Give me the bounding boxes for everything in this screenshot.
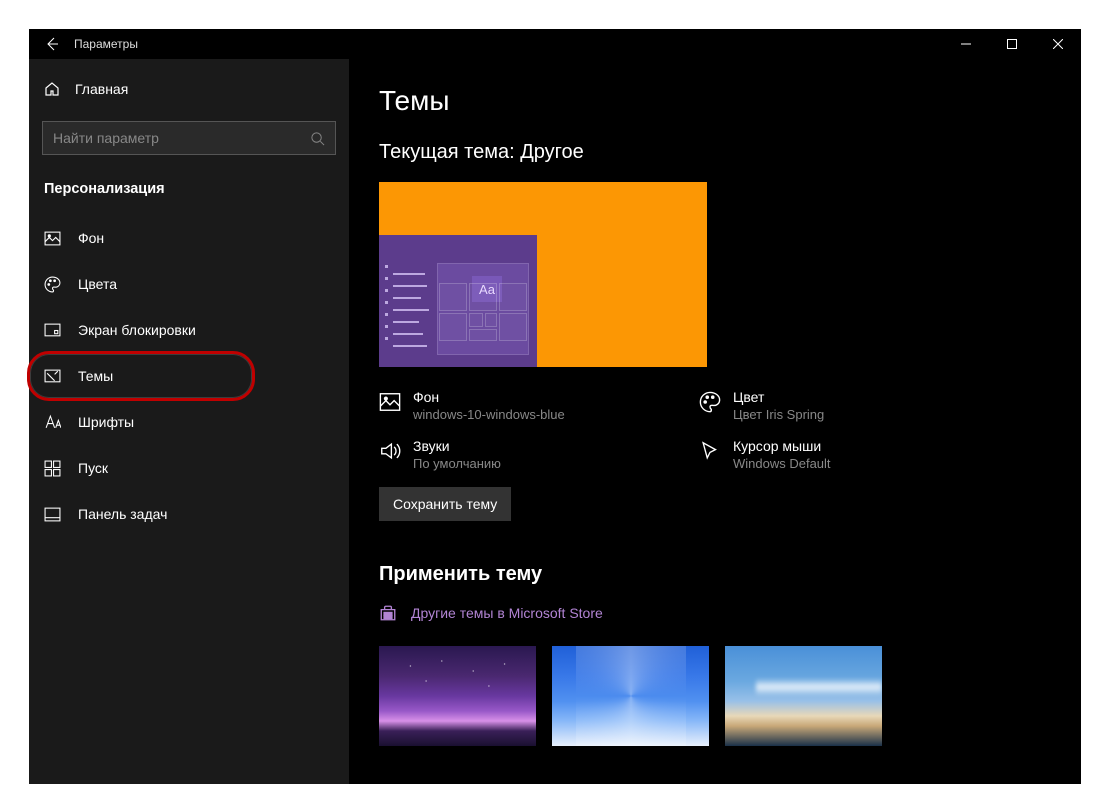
theme-thumbnail[interactable] bbox=[552, 646, 709, 746]
titlebar: Параметры bbox=[29, 29, 1081, 59]
sidebar-item-label: Темы bbox=[78, 368, 113, 384]
image-icon bbox=[379, 391, 401, 413]
theme-setting-cursor[interactable]: Курсор мыши Windows Default bbox=[699, 438, 919, 471]
home-label: Главная bbox=[75, 81, 128, 97]
setting-title: Курсор мыши bbox=[733, 438, 831, 454]
theme-setting-background[interactable]: Фон windows-10-windows-blue bbox=[379, 389, 599, 422]
setting-title: Цвет bbox=[733, 389, 824, 405]
lockscreen-icon bbox=[44, 322, 61, 339]
apply-theme-title: Применить тему bbox=[379, 563, 1081, 586]
theme-thumbnail[interactable] bbox=[379, 646, 536, 746]
sidebar-item-label: Шрифты bbox=[78, 414, 134, 430]
search-box[interactable] bbox=[42, 121, 336, 155]
main-content: Темы Текущая тема: Другое Aa bbox=[349, 59, 1081, 784]
settings-window: Параметры Главная Персонализация Фон bbox=[29, 29, 1081, 784]
sidebar-item-start[interactable]: Пуск bbox=[29, 445, 349, 491]
setting-value: По умолчанию bbox=[413, 456, 501, 471]
sidebar-item-background[interactable]: Фон bbox=[29, 215, 349, 261]
minimize-icon bbox=[961, 39, 971, 49]
start-icon bbox=[44, 460, 61, 477]
save-theme-button[interactable]: Сохранить тему bbox=[379, 487, 511, 521]
preview-window: Aa bbox=[379, 235, 537, 367]
sidebar-item-lockscreen[interactable]: Экран блокировки bbox=[29, 307, 349, 353]
taskbar-icon bbox=[44, 506, 61, 523]
home-icon bbox=[44, 81, 60, 97]
sound-icon bbox=[379, 440, 401, 462]
store-link[interactable]: Другие темы в Microsoft Store bbox=[379, 604, 1081, 622]
home-link[interactable]: Главная bbox=[29, 69, 349, 109]
palette-icon bbox=[44, 276, 61, 293]
current-theme-label: Текущая тема: Другое bbox=[379, 141, 1081, 164]
fonts-icon bbox=[44, 414, 61, 431]
minimize-button[interactable] bbox=[943, 29, 989, 59]
sidebar-item-label: Цвета bbox=[78, 276, 117, 292]
themes-icon bbox=[44, 368, 61, 385]
tutorial-highlight bbox=[27, 351, 255, 401]
page-title: Темы bbox=[379, 85, 1081, 117]
theme-preview: Aa bbox=[379, 182, 707, 367]
group-header: Персонализация bbox=[29, 175, 349, 215]
image-icon bbox=[44, 230, 61, 247]
setting-title: Звуки bbox=[413, 438, 501, 454]
theme-thumbnails bbox=[379, 646, 1081, 746]
window-title: Параметры bbox=[74, 37, 138, 51]
sidebar: Главная Персонализация Фон Цвета Экран б… bbox=[29, 59, 349, 784]
sidebar-item-label: Панель задач bbox=[78, 506, 167, 522]
sidebar-item-label: Пуск bbox=[78, 460, 108, 476]
maximize-icon bbox=[1007, 39, 1017, 49]
sidebar-item-taskbar[interactable]: Панель задач bbox=[29, 491, 349, 537]
sidebar-item-fonts[interactable]: Шрифты bbox=[29, 399, 349, 445]
setting-value: Цвет Iris Spring bbox=[733, 407, 824, 422]
sidebar-item-colors[interactable]: Цвета bbox=[29, 261, 349, 307]
theme-thumbnail[interactable] bbox=[725, 646, 882, 746]
store-icon bbox=[379, 604, 397, 622]
theme-setting-sounds[interactable]: Звуки По умолчанию bbox=[379, 438, 599, 471]
search-input[interactable] bbox=[53, 130, 310, 146]
back-button[interactable] bbox=[29, 29, 74, 59]
theme-setting-color[interactable]: Цвет Цвет Iris Spring bbox=[699, 389, 919, 422]
setting-title: Фон bbox=[413, 389, 565, 405]
sidebar-item-label: Фон bbox=[78, 230, 104, 246]
close-icon bbox=[1053, 39, 1063, 49]
setting-value: Windows Default bbox=[733, 456, 831, 471]
palette-icon bbox=[699, 391, 721, 413]
arrow-left-icon bbox=[44, 36, 60, 52]
close-button[interactable] bbox=[1035, 29, 1081, 59]
window-controls bbox=[943, 29, 1081, 59]
maximize-button[interactable] bbox=[989, 29, 1035, 59]
cursor-icon bbox=[699, 440, 721, 462]
sidebar-item-label: Экран блокировки bbox=[78, 322, 196, 338]
setting-value: windows-10-windows-blue bbox=[413, 407, 565, 422]
store-link-label: Другие темы в Microsoft Store bbox=[411, 605, 603, 621]
sidebar-item-themes[interactable]: Темы bbox=[29, 353, 349, 399]
search-icon bbox=[310, 131, 325, 146]
